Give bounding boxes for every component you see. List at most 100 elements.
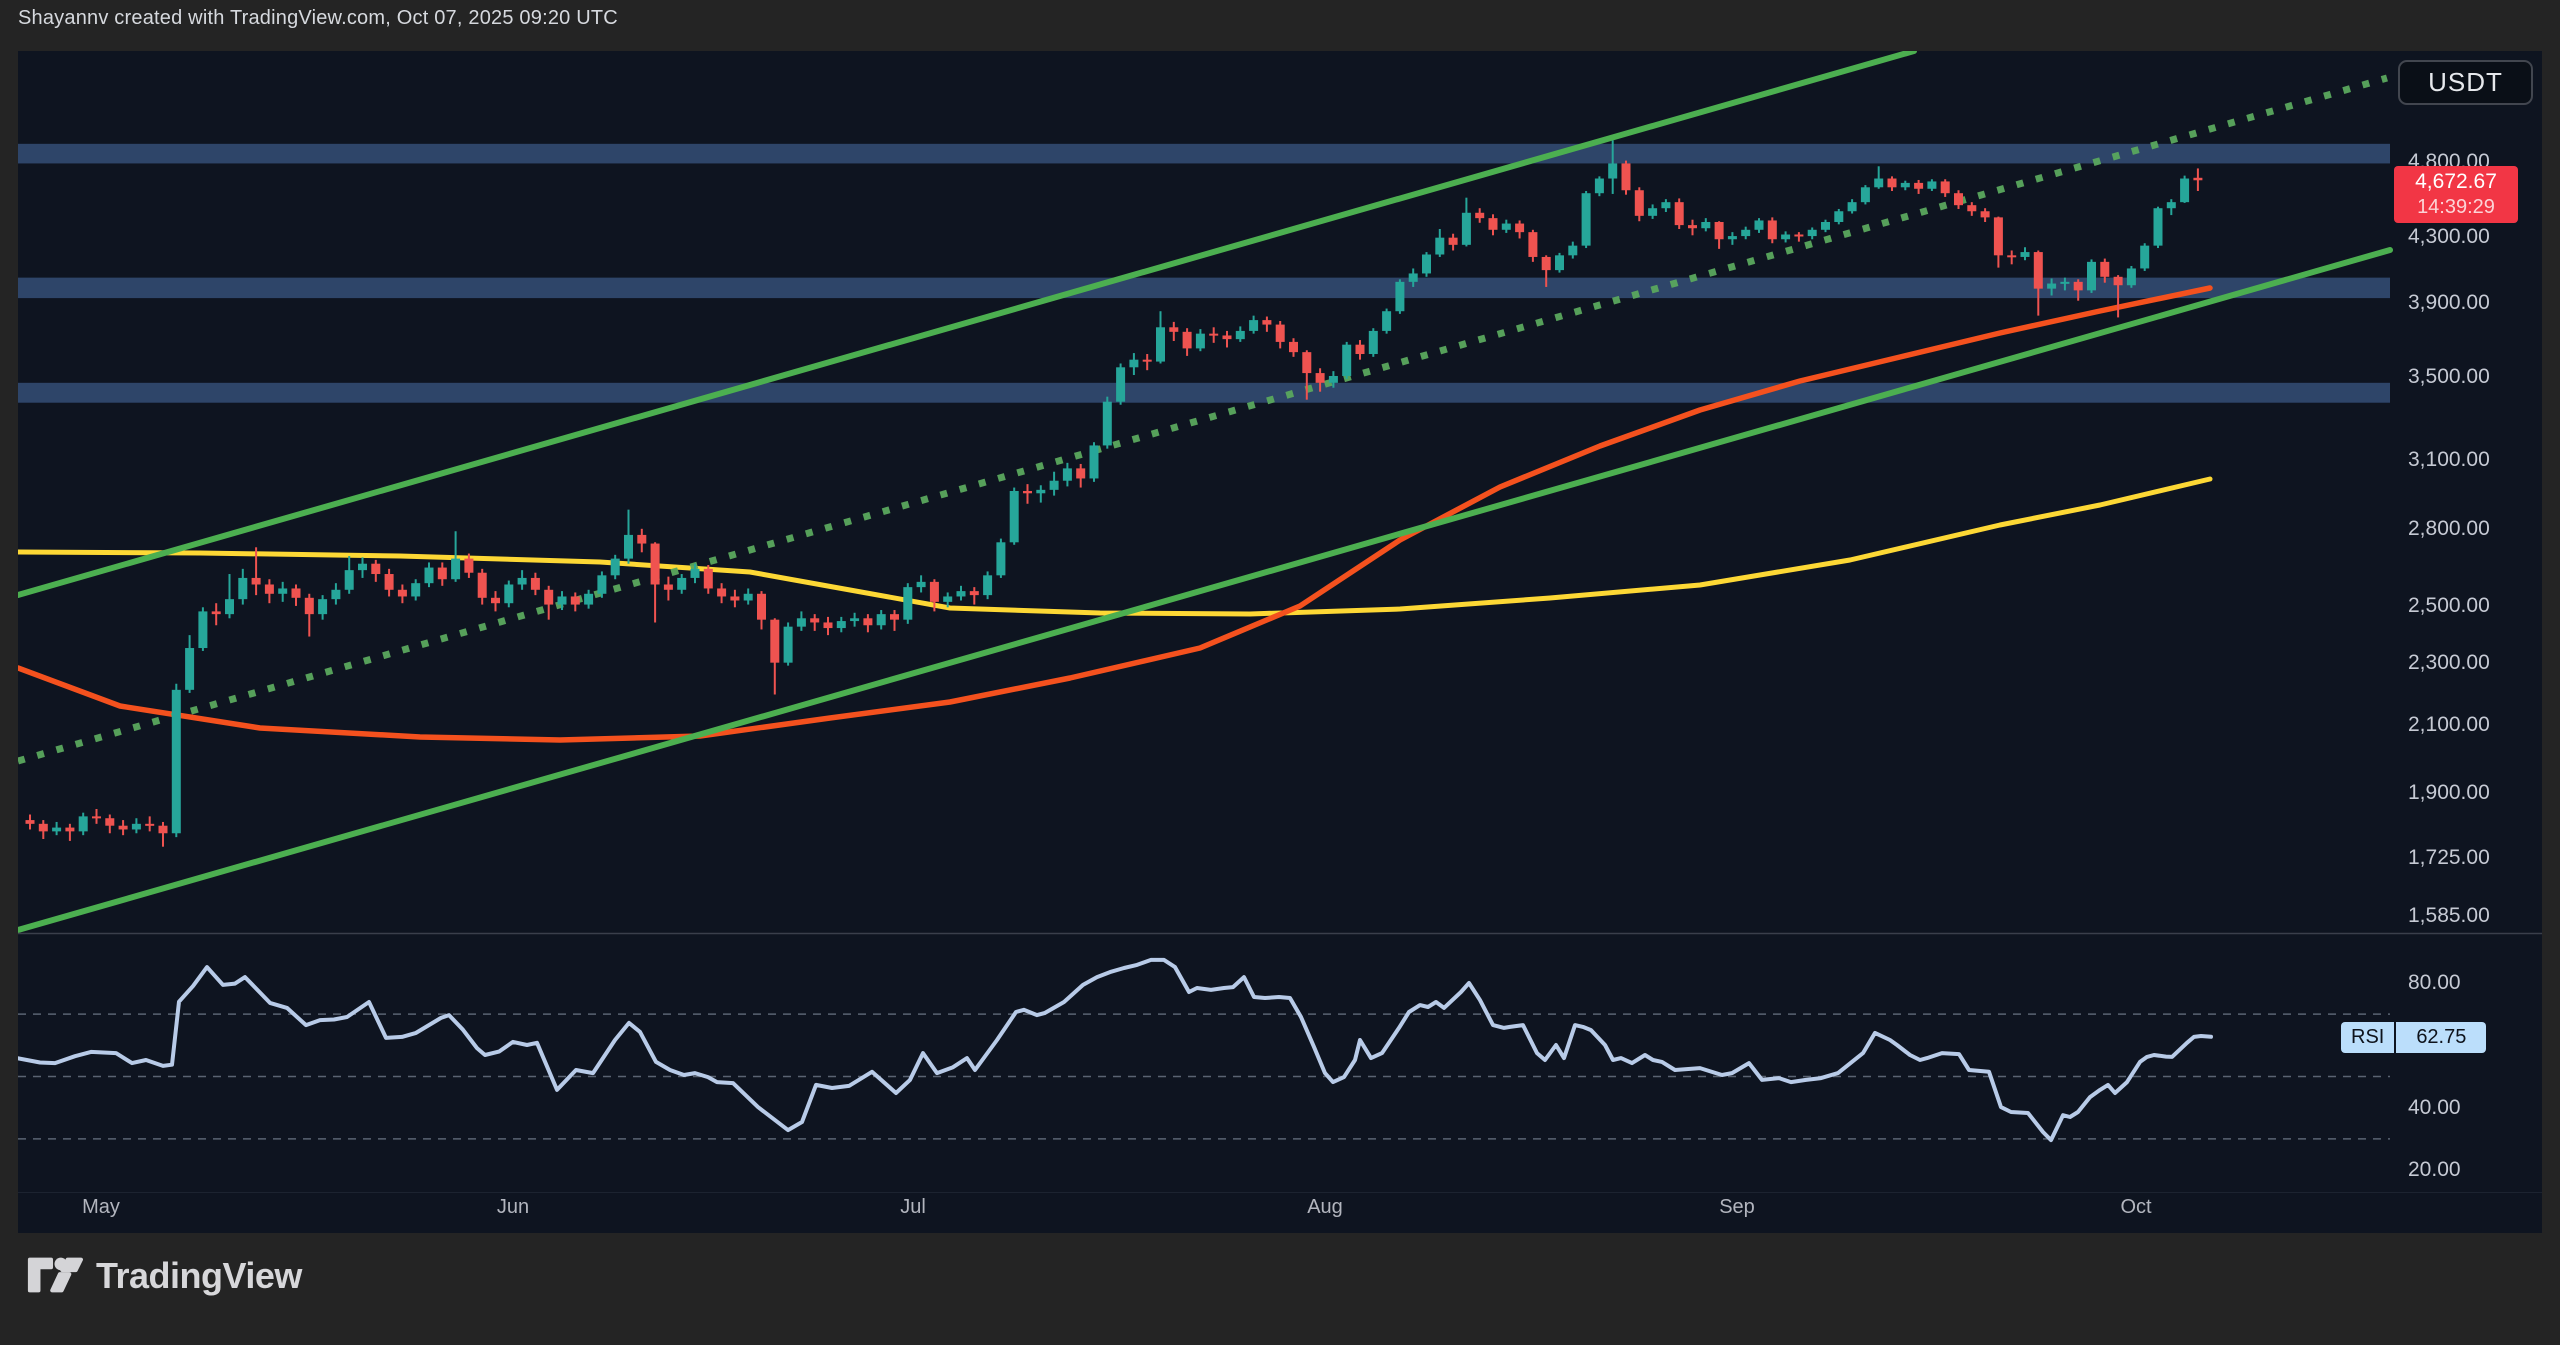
- month-label: May: [61, 1196, 141, 1219]
- candle: [917, 582, 926, 587]
- candle: [1183, 332, 1192, 349]
- tradingview-snapshot: Shayannv created with TradingView.com, O…: [0, 0, 2560, 1345]
- month-label: Oct: [2096, 1196, 2176, 1219]
- candle: [957, 591, 966, 596]
- candle: [1568, 246, 1577, 256]
- price-tick-label: 1,725.00: [2408, 847, 2538, 869]
- candle: [558, 596, 567, 604]
- candle: [105, 818, 114, 825]
- price-tick-label: 4,300.00: [2408, 226, 2538, 248]
- candle: [1755, 220, 1764, 229]
- candle: [425, 568, 434, 584]
- candle: [717, 588, 726, 596]
- candle: [1023, 491, 1032, 493]
- candle: [1821, 222, 1830, 230]
- month-label: Sep: [1697, 1196, 1777, 1219]
- candle: [411, 583, 420, 596]
- candle: [518, 578, 527, 585]
- candle: [79, 816, 88, 831]
- candle: [1635, 190, 1644, 216]
- candle: [837, 621, 846, 628]
- candle: [1502, 224, 1511, 230]
- sr-zone[interactable]: [18, 383, 2390, 403]
- candle: [1010, 491, 1019, 542]
- candle: [212, 611, 221, 614]
- dotted-support-trendline[interactable]: [18, 78, 2387, 761]
- candle: [52, 828, 61, 832]
- candle: [651, 544, 660, 585]
- tradingview-brand[interactable]: TradingView: [25, 1254, 302, 1298]
- candle: [1329, 376, 1338, 383]
- price-tick-label: 3,900.00: [2408, 292, 2538, 314]
- candle: [544, 590, 553, 605]
- candle: [877, 614, 886, 625]
- candle: [1395, 282, 1404, 311]
- candle: [265, 584, 274, 593]
- candle: [1888, 179, 1897, 188]
- tradingview-wordmark: TradingView: [96, 1255, 302, 1297]
- candle: [1262, 320, 1271, 324]
- candle: [371, 564, 380, 574]
- candle: [39, 824, 48, 832]
- candle: [1435, 238, 1444, 255]
- candle: [704, 569, 713, 589]
- candle: [744, 594, 753, 601]
- chart-canvas[interactable]: [18, 51, 2542, 1233]
- candle: [1994, 217, 2003, 255]
- candle: [1595, 179, 1604, 194]
- footer-bar: TradingView: [0, 1233, 2560, 1345]
- candle: [26, 820, 35, 824]
- candle: [1090, 445, 1099, 478]
- candle: [491, 598, 500, 603]
- candle: [1289, 342, 1298, 352]
- candle: [1249, 320, 1258, 331]
- ma-orange-line[interactable]: [18, 288, 2210, 740]
- candle: [2127, 268, 2136, 285]
- candle: [2074, 282, 2083, 291]
- candle: [385, 574, 394, 590]
- candle: [1781, 235, 1790, 240]
- chart-widget[interactable]: 4,800.004,300.003,900.003,500.003,100.00…: [18, 51, 2542, 1233]
- candle: [930, 582, 939, 602]
- candle: [757, 594, 766, 620]
- candle: [1622, 163, 1631, 190]
- candle: [1941, 181, 1950, 193]
- tradingview-logo-icon: [25, 1254, 83, 1298]
- candle: [278, 588, 287, 593]
- candle: [1143, 360, 1152, 362]
- ascending-channel-upper-trendline[interactable]: [18, 51, 1914, 595]
- candle: [1515, 224, 1524, 233]
- candle: [1861, 187, 1870, 202]
- candle: [1156, 327, 1165, 361]
- candle: [2167, 202, 2176, 208]
- candle: [730, 596, 739, 600]
- candle: [810, 618, 819, 622]
- candle: [677, 578, 686, 590]
- candle: [1794, 235, 1803, 237]
- candle: [797, 618, 806, 626]
- candle: [1954, 193, 1963, 205]
- candle: [1050, 481, 1059, 490]
- rsi-tick-label: 40.00: [2408, 1097, 2538, 1119]
- rsi-line[interactable]: [18, 960, 2211, 1140]
- candle: [1608, 163, 1617, 178]
- price-tick-label: 2,300.00: [2408, 652, 2538, 674]
- candle: [2180, 179, 2189, 203]
- candle: [1449, 238, 1458, 245]
- candle: [198, 611, 207, 648]
- candle: [863, 618, 872, 625]
- candle: [398, 590, 407, 597]
- last-price-value: 4,672.67: [2394, 169, 2518, 195]
- candle: [1741, 230, 1750, 236]
- candle: [2154, 208, 2163, 245]
- candle: [1369, 331, 1378, 354]
- candle: [2114, 277, 2123, 285]
- candle: [1528, 232, 1537, 257]
- sr-zone[interactable]: [18, 144, 2390, 164]
- candle: [903, 587, 912, 620]
- candle: [1688, 225, 1697, 228]
- candle: [1302, 352, 1311, 373]
- ascending-channel-lower-trendline[interactable]: [18, 250, 2390, 930]
- candle: [850, 618, 859, 621]
- candle: [890, 614, 899, 620]
